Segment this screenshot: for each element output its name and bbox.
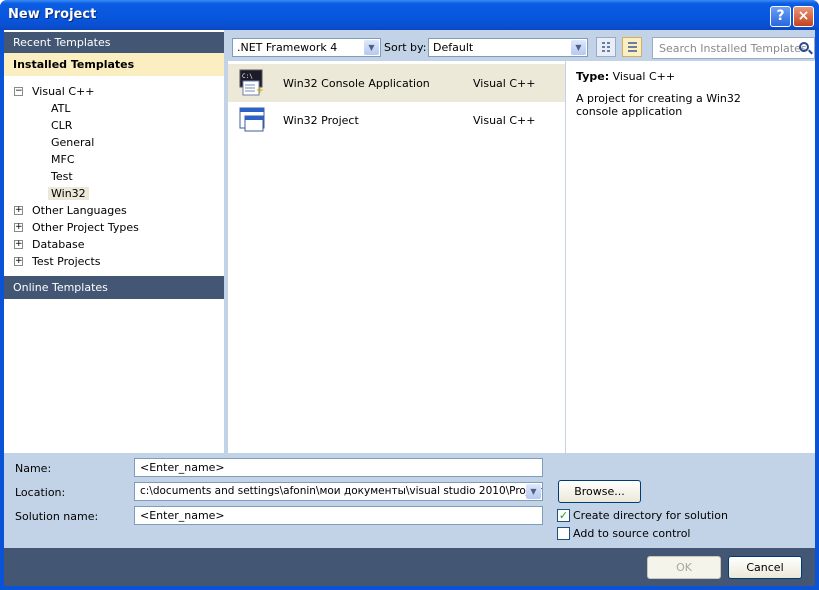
tree-item-general[interactable]: General	[51, 134, 94, 151]
location-field[interactable]: c:\documents and settings\afonin\мои док…	[134, 482, 543, 501]
template-language: Visual C++	[473, 77, 536, 90]
template-description: Type: Visual C++ A project for creating …	[566, 61, 815, 453]
empty-checkbox-icon[interactable]	[557, 527, 570, 540]
collapse-icon[interactable]: −	[14, 87, 23, 96]
name-value: <Enter_name>	[140, 461, 225, 474]
svg-text:+: +	[256, 86, 264, 96]
location-value: c:\documents and settings\afonin\мои док…	[140, 485, 543, 497]
expand-icon[interactable]: +	[14, 240, 23, 249]
template-win32-console-application[interactable]: C:\ + Win32 Console Application Visual C…	[228, 64, 565, 102]
ok-button[interactable]: OK	[647, 556, 721, 579]
new-project-dialog: New Project ? × Recent Templates Install…	[0, 0, 819, 590]
tree-item-label: Database	[32, 238, 85, 251]
tree-item-clr[interactable]: CLR	[51, 117, 72, 134]
tree-item-label: MFC	[51, 153, 75, 166]
chevron-down-icon[interactable]: ▼	[364, 40, 379, 55]
tree-item-mfc[interactable]: MFC	[51, 151, 75, 168]
create-directory-label: Create directory for solution	[573, 509, 728, 522]
nav-installed-templates[interactable]: Installed Templates	[4, 53, 224, 76]
tree-item-label: Test Projects	[32, 255, 101, 268]
list-view-button[interactable]	[622, 37, 642, 57]
type-value: Visual C++	[612, 70, 676, 83]
title-bar[interactable]: New Project ? ×	[0, 0, 819, 30]
browse-button[interactable]: Browse...	[558, 480, 641, 503]
tree-item-label: Other Project Types	[32, 221, 139, 234]
svg-text:C:\: C:\	[242, 73, 253, 80]
tree-item-label: General	[51, 136, 95, 149]
tree-item-label-selected: Win32	[48, 187, 89, 200]
location-label: Location:	[15, 486, 66, 499]
sort-by-select[interactable]: Default ▼	[428, 38, 588, 57]
template-toolbar: .NET Framework 4 ▼ Sort by: Default ▼ Se…	[228, 32, 815, 60]
template-language: Visual C++	[473, 114, 536, 127]
tree-item-test[interactable]: Test	[51, 168, 73, 185]
description-text: A project for creating a Win32 console a…	[576, 92, 741, 118]
expand-icon[interactable]: +	[14, 206, 23, 215]
console-app-icon: C:\ +	[239, 69, 264, 96]
window-app-icon	[239, 107, 265, 132]
search-templates-input[interactable]: Search Installed Templates	[652, 37, 815, 59]
sort-by-value: Default	[433, 41, 474, 54]
solution-name-label: Solution name:	[15, 510, 99, 523]
search-icon[interactable]	[799, 42, 809, 52]
template-win32-project[interactable]: Win32 Project Visual C++	[228, 101, 565, 139]
tree-item-label: Other Languages	[32, 204, 127, 217]
cancel-button[interactable]: Cancel	[728, 556, 802, 579]
search-placeholder: Search Installed Templates	[659, 42, 807, 55]
tree-item-atl[interactable]: ATL	[51, 100, 71, 117]
template-name: Win32 Project	[283, 114, 359, 127]
template-navigation: Recent Templates Installed Templates − V…	[4, 30, 224, 453]
tree-item-label: Test	[51, 170, 73, 183]
nav-online-templates[interactable]: Online Templates	[4, 276, 224, 299]
window-title: New Project	[8, 7, 97, 22]
dialog-footer: OK Cancel	[4, 548, 815, 586]
template-name: Win32 Console Application	[283, 77, 430, 90]
tree-item-label: CLR	[51, 119, 73, 132]
checkmark-icon[interactable]: ✓	[557, 509, 570, 522]
solution-name-field[interactable]: <Enter_name>	[134, 506, 543, 525]
dialog-body: Recent Templates Installed Templates − V…	[4, 30, 815, 586]
expand-icon[interactable]: +	[14, 223, 23, 232]
small-icons-view-button[interactable]	[596, 37, 616, 57]
chevron-down-icon[interactable]: ▼	[571, 40, 586, 55]
help-button[interactable]: ?	[770, 6, 791, 27]
chevron-down-icon[interactable]: ▼	[526, 484, 541, 499]
close-button[interactable]: ×	[793, 6, 814, 27]
templates-list: C:\ + Win32 Console Application Visual C…	[228, 61, 565, 453]
tree-item-win32[interactable]: Win32	[48, 185, 89, 202]
solution-name-value: <Enter_name>	[140, 509, 225, 522]
name-label: Name:	[15, 462, 52, 475]
source-control-label: Add to source control	[573, 527, 691, 540]
framework-select-value: .NET Framework 4	[237, 41, 338, 54]
expand-icon[interactable]: +	[14, 257, 23, 266]
name-field[interactable]: <Enter_name>	[134, 458, 543, 477]
sort-by-label: Sort by:	[384, 41, 427, 54]
type-label: Type:	[576, 70, 610, 83]
tree-item-label: ATL	[51, 102, 71, 115]
nav-recent-templates[interactable]: Recent Templates	[4, 32, 224, 53]
tree-item-label: Visual C++	[32, 85, 95, 98]
framework-select[interactable]: .NET Framework 4 ▼	[232, 38, 381, 57]
